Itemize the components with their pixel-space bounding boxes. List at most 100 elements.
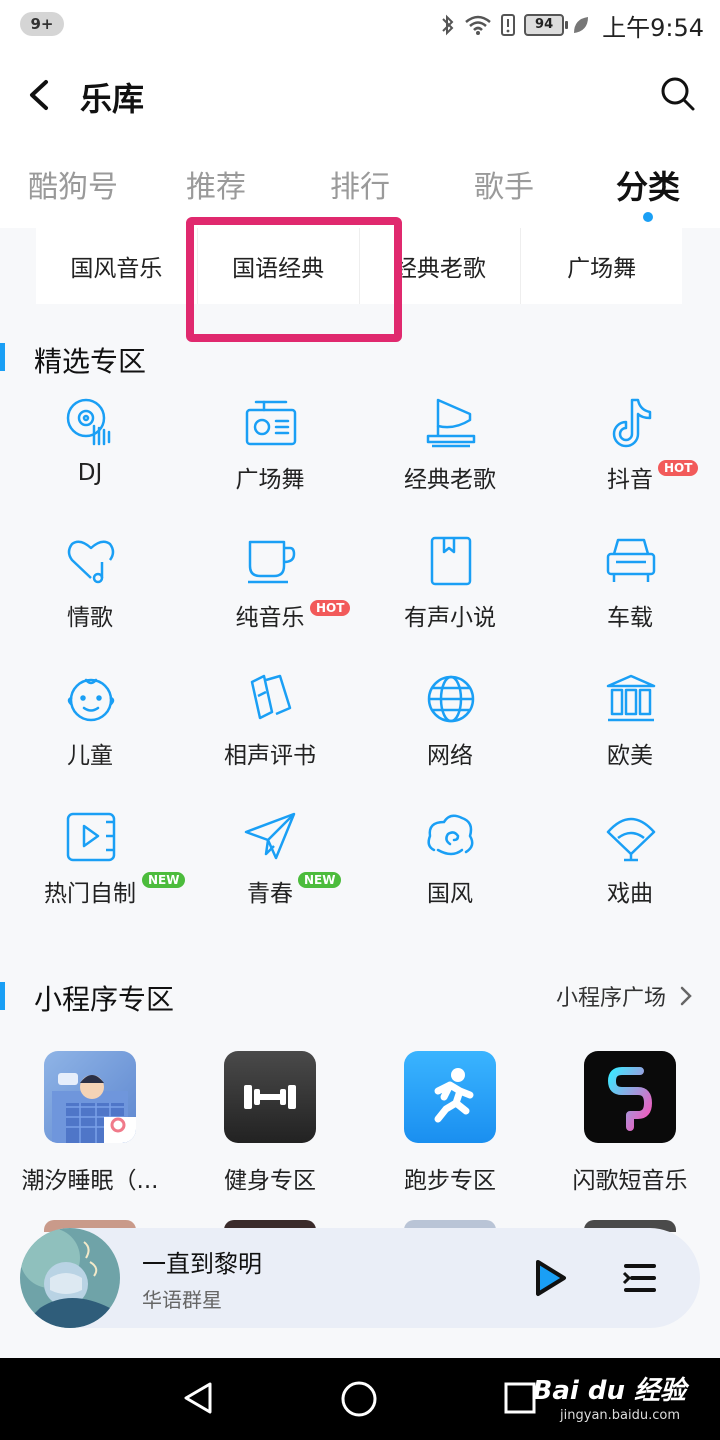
play-button[interactable] (528, 1256, 572, 1300)
grid-item-western[interactable]: 欧美 (540, 672, 720, 792)
tab-ranking[interactable]: 排行 (330, 162, 390, 206)
mini-program-label: 闪歌短音乐 (572, 1168, 688, 1194)
clock: 上午9:54 (602, 13, 704, 42)
nav-home-icon[interactable] (338, 1378, 380, 1420)
play-icon (536, 1260, 566, 1296)
globe-icon (427, 675, 475, 723)
grid-item-dj[interactable]: DJ (0, 396, 180, 516)
more-link-label: 小程序广场 (555, 986, 666, 1011)
song-artist: 华语群星 (142, 1288, 222, 1312)
grid-label: 国风 (427, 881, 473, 907)
grid-item-douyin[interactable]: 抖音 HOT (540, 396, 720, 516)
sub-category-square-dance[interactable]: 广场舞 (521, 228, 682, 304)
section-accent-bar (0, 343, 5, 371)
grid-label: 儿童 (67, 743, 113, 769)
status-icons: 94 上午9:54 (440, 8, 704, 42)
paper-plane-icon (244, 812, 296, 860)
search-icon (661, 77, 695, 111)
hot-badge: HOT (310, 600, 351, 616)
new-badge: NEW (142, 872, 186, 888)
playlist-button[interactable] (620, 1258, 660, 1298)
gramophone-icon (426, 398, 476, 448)
mini-program-label: 跑步专区 (404, 1168, 496, 1194)
watermark-url: jingyan.baidu.com (560, 1408, 680, 1423)
grid-label: 网络 (427, 743, 473, 769)
clapper-icon (250, 674, 292, 720)
columns-icon (606, 674, 656, 722)
car-icon (606, 538, 656, 582)
grid-label: 情歌 (67, 605, 113, 631)
mini-program-section-title: 小程序专区 (34, 983, 175, 1016)
heart-note-icon (67, 540, 115, 584)
baby-face-icon (67, 678, 115, 722)
bluetooth-icon (442, 14, 454, 36)
cloud-swirl-icon (427, 814, 474, 856)
mini-program-plaza-link[interactable]: 小程序广场 (556, 980, 692, 1012)
sub-category-guofeng[interactable]: 国风音乐 (36, 228, 198, 304)
mini-player[interactable]: 一直到黎明 华语群星 (20, 1228, 700, 1328)
grid-item-children[interactable]: 儿童 (0, 672, 180, 792)
back-arrow-icon (30, 80, 48, 110)
tab-bar: 酷狗号 推荐 排行 歌手 分类 (0, 140, 720, 228)
tab-kugou-hao[interactable]: 酷狗号 (28, 162, 118, 206)
grid-item-opera[interactable]: 戏曲 (540, 810, 720, 930)
status-bar: 9+ 94 上午9:54 (0, 0, 720, 50)
grid-label: 广场舞 (235, 467, 305, 493)
fan-icon (606, 817, 656, 862)
grid-label: 车载 (607, 605, 653, 631)
song-title: 一直到黎明 (142, 1250, 262, 1278)
grid-item-car[interactable]: 车载 (540, 534, 720, 654)
flash-song-app-icon (584, 1051, 676, 1143)
search-button[interactable] (658, 74, 698, 114)
dj-disc-icon (66, 398, 111, 446)
nav-back-icon[interactable] (180, 1378, 220, 1418)
grid-label: 相声评书 (224, 743, 316, 769)
grid-item-guofeng[interactable]: 国风 (360, 810, 540, 930)
grid-item-square-dance[interactable]: 广场舞 (180, 396, 360, 516)
battery-indicator: 94 (524, 14, 569, 36)
grid-label: 经典老歌 (404, 467, 496, 493)
annotation-highlight-box (186, 217, 402, 342)
runner-app-icon (404, 1051, 496, 1143)
tab-category[interactable]: 分类 (616, 162, 680, 208)
hot-badge: HOT (658, 460, 699, 476)
featured-section-title: 精选专区 (34, 345, 147, 378)
mini-program-label: 健身专区 (224, 1168, 316, 1194)
grid-item-oldies[interactable]: 经典老歌 (360, 396, 540, 516)
mini-program-tide-sleep[interactable]: 潮汐睡眠（... (0, 1051, 180, 1201)
tab-singer[interactable]: 歌手 (474, 162, 534, 206)
mini-program-running[interactable]: 跑步专区 (360, 1051, 540, 1201)
system-nav-bar: Bai du 经验 jingyan.baidu.com (0, 1358, 720, 1440)
grid-label: 戏曲 (607, 881, 653, 907)
album-art[interactable] (20, 1228, 120, 1328)
radio-icon (245, 400, 297, 446)
grid-item-pure-music[interactable]: 纯音乐 HOT (180, 534, 360, 654)
mini-program-flash-song[interactable]: 闪歌短音乐 (540, 1051, 720, 1201)
grid-item-network[interactable]: 网络 (360, 672, 540, 792)
section-accent-bar (0, 982, 5, 1010)
active-tab-indicator (643, 212, 653, 222)
mini-program-label: 潮汐睡眠（... (21, 1168, 159, 1194)
dumbbell-app-icon (224, 1051, 316, 1143)
grid-label: DJ (77, 460, 103, 486)
tab-recommend[interactable]: 推荐 (186, 162, 246, 206)
grid-label: 欧美 (607, 743, 653, 769)
playlist-icon (622, 1264, 656, 1292)
leaf-icon (574, 17, 589, 33)
wifi-icon (465, 15, 491, 35)
douyin-note-icon (612, 398, 652, 448)
back-button[interactable] (22, 74, 62, 116)
chevron-right-icon (680, 986, 692, 1006)
mini-program-fitness[interactable]: 健身专区 (180, 1051, 360, 1201)
grid-item-crosstalk[interactable]: 相声评书 (180, 672, 360, 792)
grid-item-love-songs[interactable]: 情歌 (0, 534, 180, 654)
alert-icon (501, 14, 516, 36)
watermark-brand: Bai du 经验 (532, 1376, 687, 1406)
grid-item-audiobook[interactable]: 有声小说 (360, 534, 540, 654)
header: 乐库 (0, 50, 720, 140)
video-play-icon (66, 812, 116, 862)
grid-item-hot-original[interactable]: 热门自制 NEW (0, 810, 186, 930)
grid-item-youth[interactable]: 青春 NEW (180, 810, 360, 930)
grid-label: 有声小说 (404, 605, 496, 631)
book-icon (430, 536, 472, 586)
